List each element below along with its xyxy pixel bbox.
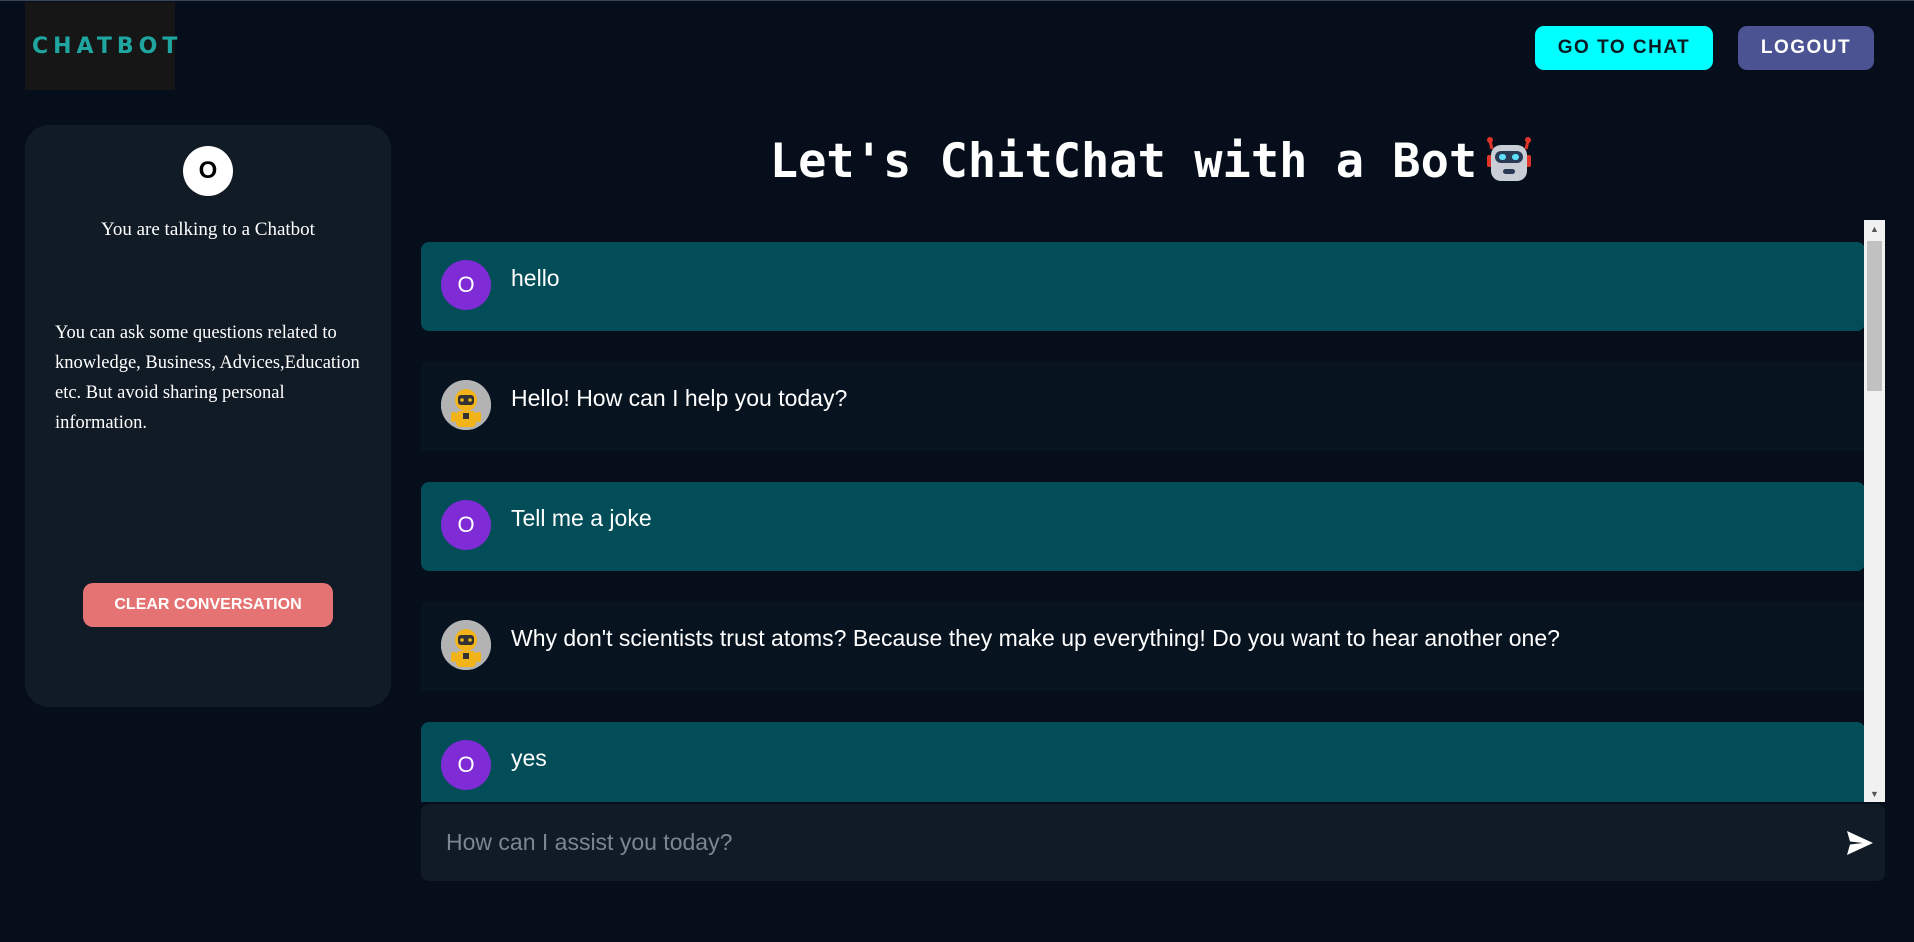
user-message: O Tell me a joke	[421, 482, 1865, 571]
sidebar-description: You can ask some questions related to kn…	[55, 323, 360, 433]
user-message-avatar: O	[441, 500, 491, 550]
message-text: Hello! How can I help you today?	[511, 385, 848, 411]
logout-button[interactable]: LOGOUT	[1738, 26, 1874, 70]
page-title: Let's ChitChat with a Bot	[420, 131, 1885, 191]
message-text: Tell me a joke	[511, 505, 652, 531]
chat-scrollbar[interactable]: ▲ ▼	[1864, 220, 1885, 802]
user-message-avatar: O	[441, 740, 491, 790]
robot-avatar-icon	[441, 380, 491, 430]
message-text: Why don't scientists trust atoms? Becaus…	[511, 625, 1560, 651]
send-icon[interactable]	[1845, 828, 1875, 858]
user-avatar: O	[183, 146, 233, 196]
user-message: O hello	[421, 242, 1865, 331]
message-text: yes	[511, 745, 547, 771]
chat-input[interactable]	[421, 804, 1801, 881]
user-message: O yes	[421, 722, 1865, 802]
robot-avatar-icon	[441, 620, 491, 670]
sidebar-title: You are talking to a Chatbot	[101, 219, 315, 240]
scroll-down-arrow-icon[interactable]: ▼	[1864, 785, 1885, 802]
scroll-up-arrow-icon[interactable]: ▲	[1864, 220, 1885, 237]
bot-message: Why don't scientists trust atoms? Becaus…	[421, 602, 1865, 691]
logo-text: CHATBOT	[32, 33, 183, 59]
user-message-avatar: O	[441, 260, 491, 310]
scrollbar-thumb[interactable]	[1867, 241, 1882, 391]
message-text: hello	[511, 265, 560, 291]
go-to-chat-button[interactable]: GO TO CHAT	[1535, 26, 1713, 70]
bot-message: Hello! How can I help you today?	[421, 362, 1865, 451]
robot-emoji-icon	[1487, 137, 1532, 181]
chat-messages-panel[interactable]: O hello Hello! How can I help you today?…	[421, 220, 1885, 802]
sidebar-panel: O You are talking to a Chatbot You can a…	[25, 125, 391, 707]
page-title-text: Let's ChitChat with a Bot	[769, 133, 1478, 189]
clear-conversation-button[interactable]: CLEAR CONVERSATION	[83, 583, 333, 627]
chat-input-bar	[421, 804, 1885, 881]
logo[interactable]: CHATBOT	[25, 2, 177, 90]
